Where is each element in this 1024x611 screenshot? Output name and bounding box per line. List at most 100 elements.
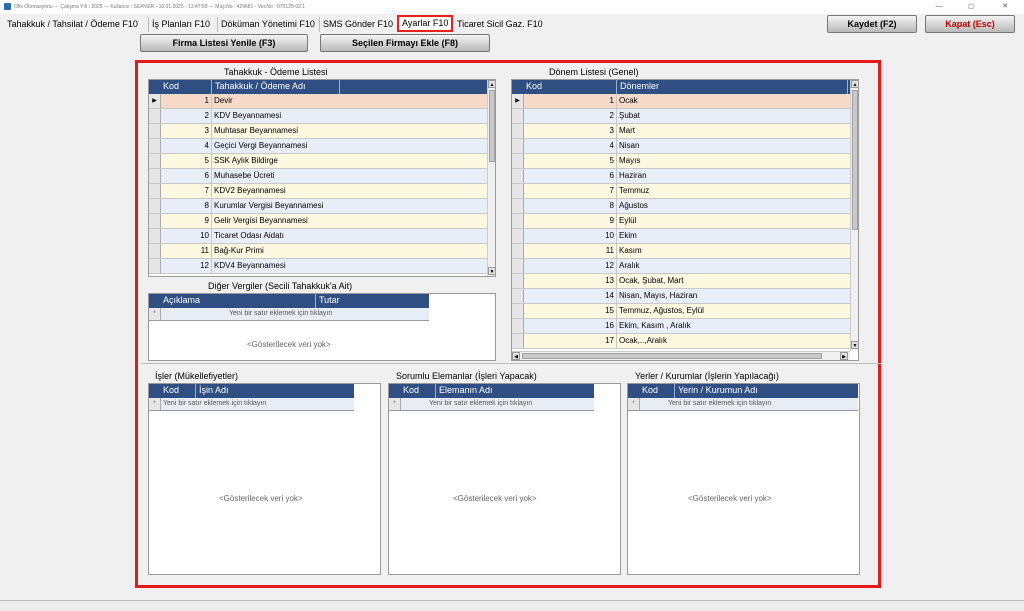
save-button[interactable]: Kaydet (F2)	[827, 15, 917, 33]
scroll-thumb[interactable]	[522, 353, 822, 359]
tab-ayarlar[interactable]: Ayarlar F10	[397, 15, 454, 32]
table-row[interactable]: 4 Nisan	[512, 139, 850, 154]
row-indicator[interactable]	[149, 259, 161, 273]
tab-tahakkuk[interactable]: Tahakkuk / Tahsilat / Ödeme F10	[4, 17, 141, 32]
tab-sms-gonder[interactable]: SMS Gönder F10	[319, 17, 396, 32]
row-indicator[interactable]	[149, 124, 161, 138]
scroll-up-arrow-icon[interactable]: ▲	[851, 80, 858, 88]
tahakkuk-vscroll[interactable]: ▲ ▼	[487, 80, 495, 276]
close-button[interactable]: Kapat (Esc)	[925, 15, 1015, 33]
row-indicator[interactable]	[512, 169, 524, 183]
scroll-left-arrow-icon[interactable]: ◀	[512, 352, 520, 360]
table-row[interactable]: 7 Temmuz	[512, 184, 850, 199]
row-indicator[interactable]	[512, 274, 524, 288]
col-isin-adi-header[interactable]: İşin Adı	[199, 385, 229, 395]
row-indicator[interactable]	[512, 109, 524, 123]
col-tahakkuk-ad-header[interactable]: Tahakkuk / Ödeme Adı	[215, 81, 306, 91]
col-donem-header[interactable]: Dönemler	[620, 81, 659, 91]
table-row[interactable]: 9 Eylül	[512, 214, 850, 229]
scroll-thumb[interactable]	[852, 90, 858, 230]
table-row[interactable]: 4 Geçici Vergi Beyannamesi	[149, 139, 487, 154]
table-row[interactable]: 16 Ekim, Kasım , Aralık	[512, 319, 850, 334]
row-indicator[interactable]	[512, 334, 524, 348]
table-row[interactable]: 5 Mayıs	[512, 154, 850, 169]
current-row-arrow-icon[interactable]: ▶	[149, 94, 161, 108]
table-row[interactable]: 7 KDV2 Beyannamesi	[149, 184, 487, 199]
row-indicator[interactable]	[149, 244, 161, 258]
table-row[interactable]: 8 Kurumlar Vergisi Beyannamesi	[149, 199, 487, 214]
tab-is-planlari[interactable]: İş Planları F10	[148, 17, 213, 32]
row-indicator[interactable]	[512, 259, 524, 273]
minimize-button[interactable]: —	[924, 1, 954, 13]
table-row[interactable]: 10 Ticaret Odası Aidatı	[149, 229, 487, 244]
row-indicator[interactable]	[512, 319, 524, 333]
table-row[interactable]: 12 KDV4 Beyannamesi	[149, 259, 487, 274]
isler-new-row[interactable]: * Yeni bir satır eklemek için tıklayın	[149, 398, 354, 411]
col-kod-header[interactable]: Kod	[403, 385, 419, 395]
row-indicator[interactable]	[512, 124, 524, 138]
row-indicator[interactable]	[149, 154, 161, 168]
col-yer-adi-header[interactable]: Yerin / Kurumun Adı	[678, 385, 758, 395]
row-indicator[interactable]	[149, 214, 161, 228]
donem-vscroll[interactable]: ▲ ▼	[850, 80, 858, 351]
col-tutar-header[interactable]: Tutar	[319, 295, 340, 305]
row-indicator[interactable]	[149, 184, 161, 198]
refresh-company-list-button[interactable]: Firma Listesi Yenile (F3)	[140, 34, 308, 52]
table-row[interactable]: 11 Bağ-Kur Primi	[149, 244, 487, 259]
table-row[interactable]: 11 Kasım	[512, 244, 850, 259]
table-row[interactable]: 2 Şubat	[512, 109, 850, 124]
table-row[interactable]: 13 Ocak, Şubat, Mart	[512, 274, 850, 289]
row-indicator[interactable]	[149, 169, 161, 183]
scroll-up-arrow-icon[interactable]: ▲	[488, 80, 495, 88]
table-row[interactable]: 10 Ekim	[512, 229, 850, 244]
row-indicator[interactable]	[149, 139, 161, 153]
table-row[interactable]: 15 Temmuz, Ağustos, Eylül	[512, 304, 850, 319]
row-indicator[interactable]	[512, 244, 524, 258]
tab-ticaret-sicil[interactable]: Ticaret Sicil Gaz. F10	[454, 17, 546, 32]
col-aciklama-header[interactable]: Açıklama	[163, 295, 200, 305]
col-kod-header[interactable]: Kod	[642, 385, 658, 395]
row-indicator[interactable]	[149, 199, 161, 213]
row-indicator[interactable]	[149, 109, 161, 123]
table-row[interactable]: 14 Nisan, Mayıs, Haziran	[512, 289, 850, 304]
table-row[interactable]: 8 Ağustos	[512, 199, 850, 214]
row-indicator[interactable]	[512, 139, 524, 153]
table-row[interactable]: 12 Aralık	[512, 259, 850, 274]
yerler-new-row[interactable]: * Yeni bir satır eklemek için tıklayın	[628, 398, 858, 411]
scroll-thumb[interactable]	[489, 90, 495, 162]
table-row[interactable]: 9 Gelir Vergisi Beyannamesi	[149, 214, 487, 229]
row-indicator[interactable]	[512, 304, 524, 318]
col-kod-header[interactable]: Kod	[163, 385, 179, 395]
table-row[interactable]: ▶ 1 Ocak	[512, 94, 850, 109]
row-indicator[interactable]	[149, 229, 161, 243]
close-window-button[interactable]: ✕	[990, 1, 1020, 13]
col-kod-header[interactable]: Kod	[526, 81, 542, 91]
maximize-button[interactable]: ◻	[956, 1, 986, 13]
col-eleman-adi-header[interactable]: Elemanın Adı	[439, 385, 493, 395]
diger-new-row[interactable]: * Yeni bir satır eklemek için tıklayın	[149, 308, 429, 321]
table-row[interactable]: 3 Muhtasar Beyannamesi	[149, 124, 487, 139]
donem-hscroll[interactable]: ◀ ▶	[512, 351, 850, 360]
scroll-right-arrow-icon[interactable]: ▶	[840, 352, 848, 360]
row-indicator[interactable]	[512, 154, 524, 168]
scroll-down-arrow-icon[interactable]: ▼	[851, 341, 858, 349]
table-row[interactable]: 17 Ocak,..,Aralık	[512, 334, 850, 349]
table-row[interactable]: 6 Muhasebe Ücreti	[149, 169, 487, 184]
row-indicator[interactable]	[512, 229, 524, 243]
table-row[interactable]: 3 Mart	[512, 124, 850, 139]
table-row[interactable]: 2 KDV Beyannamesi	[149, 109, 487, 124]
table-row[interactable]: 6 Haziran	[512, 169, 850, 184]
sorumlu-new-row[interactable]: * Yeni bir satır eklemek için tıklayın	[389, 398, 594, 411]
row-indicator[interactable]	[512, 214, 524, 228]
add-selected-company-button[interactable]: Seçilen Firmayı Ekle (F8)	[320, 34, 490, 52]
table-row[interactable]: 5 SSK Aylık Bildirge	[149, 154, 487, 169]
tab-dokuman-yonetimi[interactable]: Döküman Yönetimi F10	[217, 17, 318, 32]
col-kod-header[interactable]: Kod	[163, 81, 179, 91]
current-row-arrow-icon[interactable]: ▶	[512, 94, 524, 108]
row-indicator[interactable]	[512, 289, 524, 303]
row-kod: 3	[609, 126, 614, 135]
row-indicator[interactable]	[512, 199, 524, 213]
scroll-down-arrow-icon[interactable]: ▼	[488, 267, 495, 275]
row-indicator[interactable]	[512, 184, 524, 198]
table-row[interactable]: ▶ 1 Devir	[149, 94, 487, 109]
